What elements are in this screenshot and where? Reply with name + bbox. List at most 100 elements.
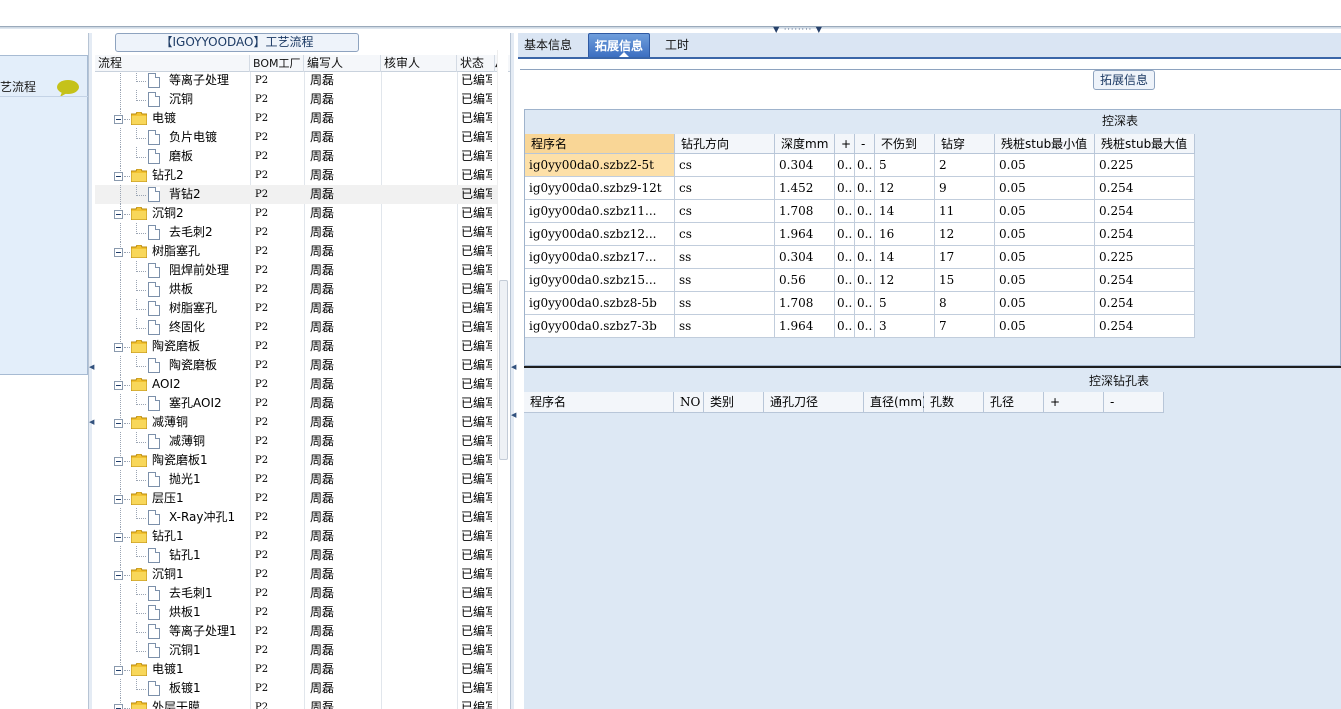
collapse-toggle-icon[interactable] — [114, 343, 123, 352]
collapse-toggle-icon[interactable] — [114, 571, 123, 580]
tree-item-row[interactable]: 板镀1 P2 周磊 已编写 — [95, 679, 505, 698]
depth-table-cell[interactable]: 1.708 — [775, 292, 835, 315]
drill-column-header[interactable]: 孔径 — [984, 392, 1044, 413]
depth-table-cell[interactable]: ig0yy00da0.szbz9-12t — [525, 177, 675, 200]
tree-item-row[interactable]: 烘板 P2 周磊 已编写 — [95, 280, 505, 299]
depth-table-cell[interactable]: 0.56 — [775, 269, 835, 292]
depth-table-cell[interactable]: 0.. — [835, 246, 855, 269]
depth-table-cell[interactable]: ss — [675, 269, 775, 292]
tree-folder-row[interactable]: 外层干膜 P2 周磊 已编写 — [95, 698, 505, 709]
depth-table-cell[interactable]: 0.. — [835, 177, 855, 200]
depth-table-cell[interactable]: ig0yy00da0.szbz11... — [525, 200, 675, 223]
collapse-middle-arrow-icon[interactable]: ◀ — [511, 363, 516, 371]
depth-table-cell[interactable]: 0.. — [855, 223, 875, 246]
tree-item-row[interactable]: 树脂塞孔 P2 周磊 已编写 — [95, 299, 505, 318]
collapse-toggle-icon[interactable] — [114, 666, 123, 675]
depth-table-cell[interactable]: 0.. — [835, 269, 855, 292]
depth-table-cell[interactable]: 12 — [875, 269, 935, 292]
column-header-status[interactable]: 状态 — [457, 55, 495, 72]
tree-folder-row[interactable]: 层压1 P2 周磊 已编写 — [95, 489, 505, 508]
depth-table-cell[interactable]: 1.708 — [775, 200, 835, 223]
depth-table-cell[interactable]: 8 — [935, 292, 995, 315]
drill-column-header[interactable]: + — [1044, 392, 1104, 413]
tree-item-row[interactable]: 等离子处理 P2 周磊 已编写 — [95, 72, 505, 90]
depth-table-cell[interactable]: ig0yy00da0.szbz7-3b — [525, 315, 675, 338]
column-header-bom-plant[interactable]: BOM工厂 — [250, 55, 304, 72]
tree-folder-row[interactable]: 树脂塞孔 P2 周磊 已编写 — [95, 242, 505, 261]
tree-item-row[interactable]: 烘板1 P2 周磊 已编写 — [95, 603, 505, 622]
depth-table-cell[interactable]: 0.. — [855, 246, 875, 269]
column-header-flow[interactable]: 流程 — [95, 55, 250, 72]
tree-item-row[interactable]: 终固化 P2 周磊 已编写 — [95, 318, 505, 337]
drill-column-header[interactable]: 类别 — [704, 392, 764, 413]
tree-item-row[interactable]: 沉铜 P2 周磊 已编写 — [95, 90, 505, 109]
tree-folder-row[interactable]: AOI2 P2 周磊 已编写 — [95, 375, 505, 394]
depth-table-cell[interactable]: 0.05 — [995, 200, 1095, 223]
depth-table-cell[interactable]: 0.225 — [1095, 154, 1195, 177]
drill-column-header[interactable]: 直径(mm) — [864, 392, 927, 413]
depth-table-cell[interactable]: 0.225 — [1095, 246, 1195, 269]
depth-table-cell[interactable]: 0.05 — [995, 292, 1095, 315]
depth-table-cell[interactable]: 0.254 — [1095, 292, 1195, 315]
depth-column-header[interactable]: 钻穿 — [935, 134, 995, 154]
depth-table-cell[interactable]: ig0yy00da0.szbz8-5b — [525, 292, 675, 315]
tree-folder-row[interactable]: 沉铜1 P2 周磊 已编写 — [95, 565, 505, 584]
depth-table-cell[interactable]: 0.254 — [1095, 200, 1195, 223]
collapse-toggle-icon[interactable] — [114, 495, 123, 504]
depth-table-cell[interactable]: 15 — [935, 269, 995, 292]
depth-table-cell[interactable]: 0.. — [855, 177, 875, 200]
top-splitter[interactable] — [0, 26, 1341, 29]
depth-table-cell[interactable]: 16 — [875, 223, 935, 246]
depth-table-cell[interactable]: 12 — [935, 223, 995, 246]
depth-column-header[interactable]: 残桩stub最小值 — [995, 134, 1095, 154]
depth-table-cell[interactable]: ss — [675, 315, 775, 338]
depth-table-cell[interactable]: 0.254 — [1095, 177, 1195, 200]
tree-item-row[interactable]: 塞孔AOI2 P2 周磊 已编写 — [95, 394, 505, 413]
depth-column-header[interactable]: 程序名 — [525, 134, 675, 154]
collapse-left-arrow-icon[interactable]: ◀ — [89, 363, 94, 371]
collapse-toggle-icon[interactable] — [114, 704, 123, 709]
tree-folder-row[interactable]: 陶瓷磨板1 P2 周磊 已编写 — [95, 451, 505, 470]
depth-table-cell[interactable]: 14 — [875, 200, 935, 223]
depth-table-cell[interactable]: 0.. — [855, 292, 875, 315]
scrollbar-thumb[interactable] — [499, 280, 508, 460]
depth-table-cell[interactable]: 0.05 — [995, 269, 1095, 292]
depth-table-cell[interactable]: 1.964 — [775, 315, 835, 338]
depth-column-header[interactable]: + — [835, 134, 855, 154]
depth-table-cell[interactable]: 0.. — [835, 223, 855, 246]
depth-table-cell[interactable]: 0.05 — [995, 177, 1095, 200]
nav-item-process-flow[interactable]: 艺流程 — [0, 64, 88, 97]
depth-table-cell[interactable]: 0.05 — [995, 223, 1095, 246]
collapse-toggle-icon[interactable] — [114, 381, 123, 390]
depth-table-cell[interactable]: 11 — [935, 200, 995, 223]
depth-table-cell[interactable]: 9 — [935, 177, 995, 200]
depth-column-header[interactable]: 钻孔方向 — [675, 134, 775, 154]
depth-table-cell[interactable]: 0.. — [855, 315, 875, 338]
collapse-toggle-icon[interactable] — [114, 172, 123, 181]
tree-item-row[interactable]: 减薄铜 P2 周磊 已编写 — [95, 432, 505, 451]
depth-table-cell[interactable]: 0.. — [855, 269, 875, 292]
tab-work-hours[interactable]: 工时 — [659, 33, 695, 57]
left-splitter[interactable]: ◀ ◀ — [88, 33, 94, 709]
collapse-toggle-icon[interactable] — [114, 115, 123, 124]
depth-table-cell[interactable]: cs — [675, 177, 775, 200]
depth-table-cell[interactable]: ss — [675, 246, 775, 269]
depth-table-cell[interactable]: 3 — [875, 315, 935, 338]
collapse-middle-arrow-icon-2[interactable]: ◀ — [511, 411, 516, 419]
drill-column-header[interactable]: 通孔刀径 — [764, 392, 864, 413]
depth-table-cell[interactable]: cs — [675, 200, 775, 223]
tree-item-row[interactable]: 沉铜1 P2 周磊 已编写 — [95, 641, 505, 660]
tree-folder-row[interactable]: 陶瓷磨板 P2 周磊 已编写 — [95, 337, 505, 356]
tree-folder-row[interactable]: 钻孔1 P2 周磊 已编写 — [95, 527, 505, 546]
depth-table-cell[interactable]: ig0yy00da0.szbz12... — [525, 223, 675, 246]
depth-table-cell[interactable]: 17 — [935, 246, 995, 269]
column-header-reviewer[interactable]: 核审人 — [381, 55, 457, 72]
tree-folder-row[interactable]: 沉铜2 P2 周磊 已编写 — [95, 204, 505, 223]
process-vertical-scrollbar[interactable] — [497, 50, 508, 709]
depth-table-cell[interactable]: 0.. — [835, 315, 855, 338]
depth-table-cell[interactable]: 5 — [875, 154, 935, 177]
tree-item-row[interactable]: 抛光1 P2 周磊 已编写 — [95, 470, 505, 489]
collapse-toggle-icon[interactable] — [114, 457, 123, 466]
depth-table-cell[interactable]: 5 — [875, 292, 935, 315]
depth-table-cell[interactable]: ig0yy00da0.szbz17... — [525, 246, 675, 269]
